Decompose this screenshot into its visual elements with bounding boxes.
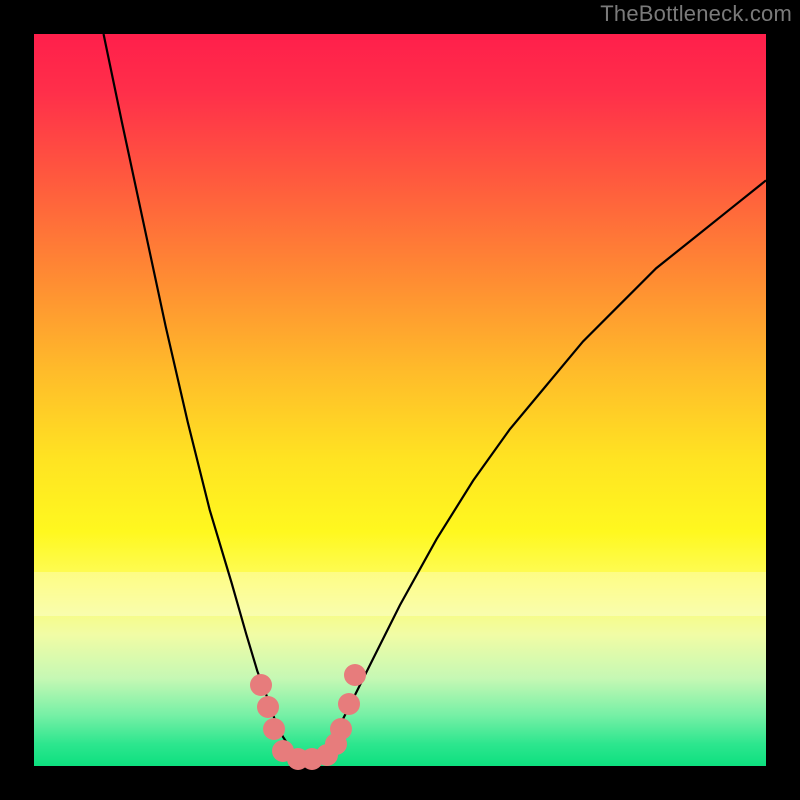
marker-dot [316, 744, 338, 766]
emphasis-band [34, 572, 766, 616]
marker-dot [344, 664, 366, 686]
marker-dot [287, 748, 309, 770]
marker-dot [263, 718, 285, 740]
curve-layer [34, 34, 766, 766]
marker-dot [338, 693, 360, 715]
marker-dot [301, 748, 323, 770]
marker-dot [257, 696, 279, 718]
right-curve [311, 180, 766, 763]
chart-frame: TheBottleneck.com [0, 0, 800, 800]
plot-area [34, 34, 766, 766]
watermark-text: TheBottleneck.com [600, 1, 792, 26]
marker-dot [330, 718, 352, 740]
marker-dot [250, 674, 272, 696]
marker-dot [325, 733, 347, 755]
left-curve [104, 34, 311, 764]
watermark: TheBottleneck.com [600, 1, 792, 27]
marker-dot [272, 740, 294, 762]
